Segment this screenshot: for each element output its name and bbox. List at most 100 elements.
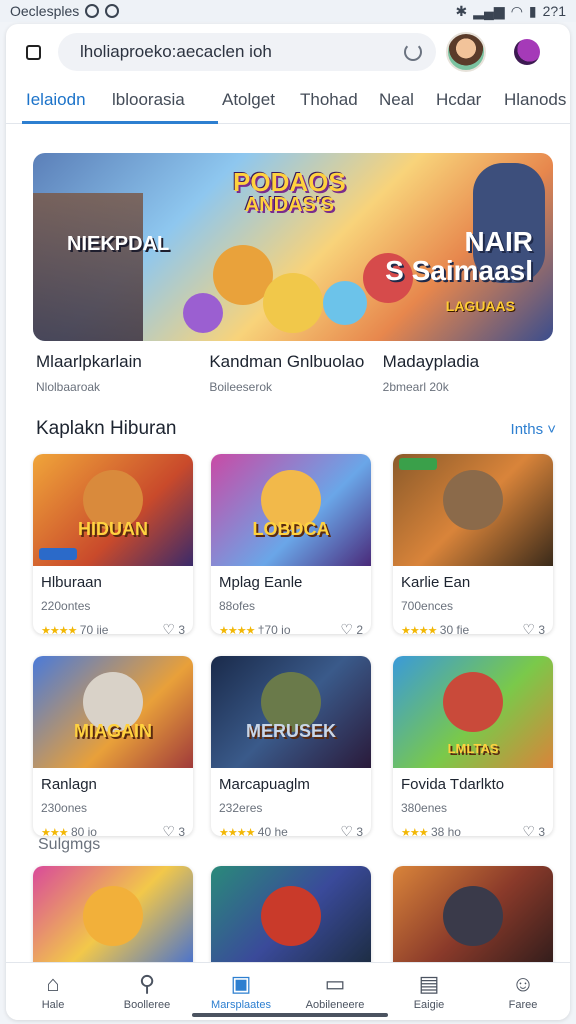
- nav-label: Hale: [41, 999, 65, 1011]
- subsection-title: Sulgmgs: [38, 836, 101, 853]
- tab-0[interactable]: Ielaiodn: [22, 86, 116, 124]
- notification-icon: [85, 4, 100, 18]
- bottom-navigation: ⌂ Hale ⚲ Boolleree ▣ Marsplaates ▭ Aobil…: [6, 962, 570, 1020]
- featured-item[interactable]: Madaypladia 2bmearl 20k: [383, 352, 556, 394]
- card-likes: 3: [178, 623, 185, 634]
- heart-icon[interactable]: ♡: [162, 823, 175, 836]
- card-thumbnail-label: LMLTAS: [447, 741, 499, 756]
- home-indicator[interactable]: [192, 1013, 388, 1017]
- see-more-link[interactable]: Inths ˅: [511, 421, 556, 438]
- card-sub: 220ontes: [41, 599, 91, 613]
- wifi-icon: ◠: [510, 2, 523, 19]
- card-thumbnail-label: HIDUAN: [78, 519, 148, 539]
- search-icon: ⚲: [138, 971, 156, 996]
- category-tabs: Ielaiodn lbloorasia Atolget Thohad Neal …: [6, 86, 570, 124]
- card-title: Mplag Eanle: [219, 574, 303, 591]
- card-likes: 3: [538, 623, 545, 634]
- tabs-button[interactable]: [18, 37, 48, 67]
- game-card[interactable]: HIDUAN Hlburaan 220ontes ★★★★ 70 iie ♡ 3: [33, 454, 193, 634]
- nav-gallery[interactable]: ▤ Eaigie: [384, 971, 474, 1012]
- tab-2[interactable]: Atolget: [222, 86, 300, 114]
- featured-item[interactable]: Kandman Gnlbuolao Boileeserok: [209, 352, 382, 394]
- nav-label: Eaigie: [413, 999, 445, 1011]
- hero-right-line1: NAIR: [464, 226, 533, 257]
- card-thumbnail: [393, 866, 553, 976]
- signal-icon: ▂▄▆: [473, 2, 505, 19]
- game-card[interactable]: MIAGAIN Ranlagn 230ones ★★★ 80 io ♡ 3: [33, 656, 193, 836]
- featured-sub: Nlolbaaroak: [36, 380, 101, 394]
- heart-icon[interactable]: ♡: [340, 621, 353, 634]
- heart-icon[interactable]: ♡: [162, 621, 175, 634]
- gallery-icon: ▤: [418, 971, 440, 996]
- avatar[interactable]: [446, 32, 486, 72]
- tab-3[interactable]: Thohad: [300, 86, 379, 114]
- nav-label: Boolleree: [123, 999, 171, 1011]
- nav-library[interactable]: ▭ Aobileneere: [290, 971, 380, 1012]
- nav-store[interactable]: ▣ Marsplaates: [196, 972, 286, 1012]
- featured-title: Mlaarlpkarlain: [36, 352, 142, 371]
- address-bar[interactable]: lholiaproeko:aecaclen ioh: [58, 33, 436, 71]
- card-rating: 38 ho: [430, 824, 461, 837]
- game-card[interactable]: Karlie Ean 700ences ★★★★ 30 fie ♡ 3: [393, 454, 553, 634]
- game-card[interactable]: MERUSEK Marcapuaglm 232eres ★★★★ 40 he ♡…: [211, 656, 371, 836]
- card-likes: 3: [356, 825, 363, 836]
- game-card[interactable]: [393, 866, 553, 976]
- card-sub: 380enes: [401, 801, 448, 815]
- card-rating: 80 io: [70, 824, 97, 837]
- hero-title-line1: PODAOS: [233, 167, 346, 197]
- book-icon: ▭: [324, 971, 346, 996]
- hero-city-art: [33, 193, 143, 341]
- reload-icon[interactable]: [404, 43, 422, 61]
- status-bar: Oeclesples ✱ ▂▄▆ ◠ ▮ 2?1: [0, 0, 576, 22]
- card-thumbnail: LMLTAS: [393, 656, 553, 768]
- status-carrier: Oeclesples: [10, 3, 80, 19]
- hero-banner[interactable]: PODAOS ANDAS'S NIEKPDAL NAIR S Saimaasl …: [33, 153, 553, 341]
- tab-5[interactable]: Hcdar: [436, 86, 504, 114]
- heart-icon[interactable]: ♡: [522, 621, 535, 634]
- featured-sub: Boileeserok: [209, 380, 273, 394]
- featured-item[interactable]: Mlaarlpkarlain Nlolbaaroak: [36, 352, 209, 394]
- featured-title: Kandman Gnlbuolao: [209, 352, 365, 371]
- card-likes: 3: [538, 825, 545, 836]
- rating-stars: ★★★: [401, 826, 429, 837]
- hero-title: PODAOS ANDAS'S: [233, 169, 346, 215]
- home-icon: ⌂: [46, 971, 60, 996]
- game-card[interactable]: [33, 866, 193, 976]
- card-rating: 40 he: [257, 824, 288, 837]
- hero-right-line2: S Saimaasl: [385, 255, 533, 287]
- hero-ball-art: [183, 293, 223, 333]
- featured-sub: 2bmearl 20k: [382, 380, 449, 394]
- square-icon: [25, 44, 41, 60]
- nav-home[interactable]: ⌂ Hale: [8, 971, 98, 1012]
- status-time: 2?1: [542, 3, 566, 19]
- extension-icon[interactable]: [514, 39, 540, 65]
- rating-stars: ★★★★: [219, 624, 255, 635]
- tab-1[interactable]: lbloorasia: [108, 86, 218, 124]
- nav-label: Marsplaates: [211, 999, 271, 1011]
- battery-icon: ▮: [528, 2, 537, 19]
- card-chip: [39, 548, 77, 560]
- featured-title: Madaypladia: [382, 352, 480, 371]
- rating-stars: ★★★: [41, 826, 69, 837]
- section-header: Kaplakn Hiburan Inths ˅: [36, 418, 556, 440]
- tab-4[interactable]: Neal: [379, 86, 436, 114]
- rating-stars: ★★★★: [41, 624, 77, 635]
- card-title: Fovida Tdarlkto: [401, 776, 505, 793]
- rating-stars: ★★★★: [219, 826, 255, 837]
- nav-search[interactable]: ⚲ Boolleree: [102, 971, 192, 1012]
- heart-icon[interactable]: ♡: [340, 823, 353, 836]
- heart-icon[interactable]: ♡: [522, 823, 535, 836]
- card-likes: 2: [356, 623, 363, 634]
- game-card[interactable]: LOBDCA Mplag Eanle 88ofes ★★★★ †70 io ♡ …: [211, 454, 371, 634]
- card-sub: 88ofes: [219, 599, 256, 613]
- card-thumbnail-label: MERUSEK: [245, 721, 336, 741]
- nav-label: Aobileneere: [305, 999, 365, 1011]
- game-card[interactable]: [211, 866, 371, 976]
- profile-icon: ☺: [511, 971, 535, 996]
- tab-6[interactable]: Hlanods: [504, 86, 566, 114]
- nav-profile[interactable]: ☺ Faree: [478, 971, 568, 1012]
- top-bar: lholiaproeko:aecaclen ioh: [6, 24, 570, 80]
- game-card[interactable]: LMLTAS Fovida Tdarlkto 380enes ★★★ 38 ho…: [393, 656, 553, 836]
- featured-row: Mlaarlpkarlain Nlolbaaroak Kandman Gnlbu…: [36, 352, 556, 394]
- card-thumbnail-label: LOBDCA: [252, 519, 330, 539]
